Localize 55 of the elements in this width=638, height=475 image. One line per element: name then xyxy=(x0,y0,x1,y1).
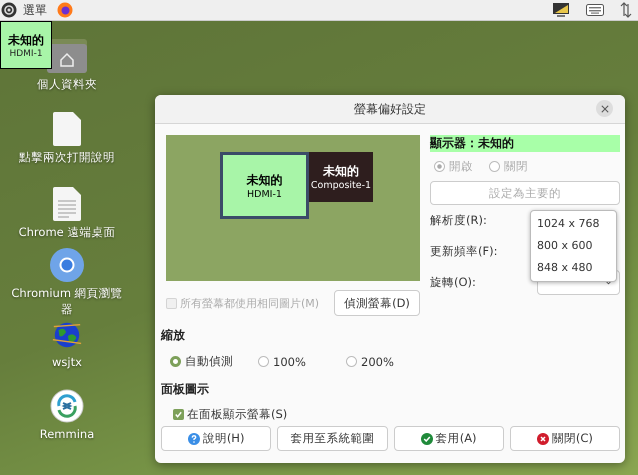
desktop-icon-label[interactable]: Chromium 網頁瀏覽器 xyxy=(7,285,127,318)
chromium-icon[interactable] xyxy=(50,248,84,282)
radio-button[interactable] xyxy=(258,356,269,367)
close-icon xyxy=(536,432,549,444)
radio-label: 關閉 xyxy=(504,158,528,174)
section-heading: 縮放 xyxy=(161,327,186,344)
checkbox-label: 在面板顯示螢幕(S) xyxy=(187,407,288,422)
monitor-name: 未知的 xyxy=(246,172,282,188)
radio-label: 開啟 xyxy=(449,158,473,174)
document-icon[interactable] xyxy=(53,112,81,146)
field-label: 更新頻率(F): xyxy=(430,244,498,259)
arrows-icon[interactable] xyxy=(620,2,632,18)
desktop-icon-label[interactable]: 個人資料夾 xyxy=(7,76,127,92)
field-label: 旋轉(O): xyxy=(430,275,476,290)
dialog-button[interactable]: 套用至系統範圍 xyxy=(277,426,388,451)
window-title: 螢幕偏好設定 xyxy=(354,100,426,118)
close-icon xyxy=(600,104,608,112)
monitor-name: 未知的 xyxy=(323,163,359,180)
keyboard-icon[interactable] xyxy=(586,4,604,16)
menu-logo-icon[interactable] xyxy=(1,2,17,18)
monitor-output: HDMI-1 xyxy=(247,188,282,200)
dialog-button[interactable]: 說明(H) xyxy=(161,426,272,451)
dialog-button[interactable]: 套用(A) xyxy=(394,426,504,451)
monitor-name: 未知的 xyxy=(8,32,44,48)
menu-item[interactable]: 1024 x 768 xyxy=(531,213,616,235)
monitor-output: HDMI-1 xyxy=(9,48,43,58)
text-file-icon[interactable] xyxy=(53,187,81,222)
radio-label: 200% xyxy=(361,354,394,368)
menu-button[interactable]: 選單 xyxy=(23,2,47,18)
checkbox[interactable] xyxy=(173,409,184,420)
remmina-icon[interactable] xyxy=(50,388,84,423)
radio-button[interactable] xyxy=(170,356,181,367)
monitor-tile[interactable]: 未知的 Composite-1 xyxy=(309,152,373,202)
menu-item[interactable]: 848 x 480 xyxy=(531,257,616,279)
firefox-icon[interactable] xyxy=(57,2,73,18)
radio-button[interactable] xyxy=(346,356,357,367)
desktop-icon-label[interactable]: Remmina xyxy=(7,426,127,442)
radio-label: 100% xyxy=(273,354,306,368)
display-icon[interactable] xyxy=(552,2,570,18)
monitor-output: Composite-1 xyxy=(310,180,372,191)
menu-item[interactable]: 800 x 600 xyxy=(531,235,616,257)
desktop-icon-label[interactable]: wsjtx xyxy=(7,354,127,371)
section-heading: 面板圖示 xyxy=(161,381,210,398)
checkmark-icon xyxy=(420,432,433,444)
dialog-button[interactable]: 關閉(C) xyxy=(510,426,620,451)
radio-label: 自動偵測 xyxy=(185,354,233,369)
field-label: 解析度(R): xyxy=(430,213,487,228)
display-header: 顯示器：未知的 xyxy=(430,135,620,152)
desktop-icon-label[interactable]: 點擊兩次打開說明 xyxy=(7,149,127,166)
desktop-icon-label[interactable]: Chrome 遠端桌面 xyxy=(7,224,127,240)
help-icon xyxy=(188,432,200,444)
checkbox-label: 所有螢幕都使用相同圖片(M) xyxy=(180,296,320,310)
detect-displays-button[interactable]: 偵測螢幕(D) xyxy=(334,290,420,316)
close-button[interactable] xyxy=(596,100,613,117)
monitor-tile[interactable]: 未知的 HDMI-1 xyxy=(220,152,309,219)
